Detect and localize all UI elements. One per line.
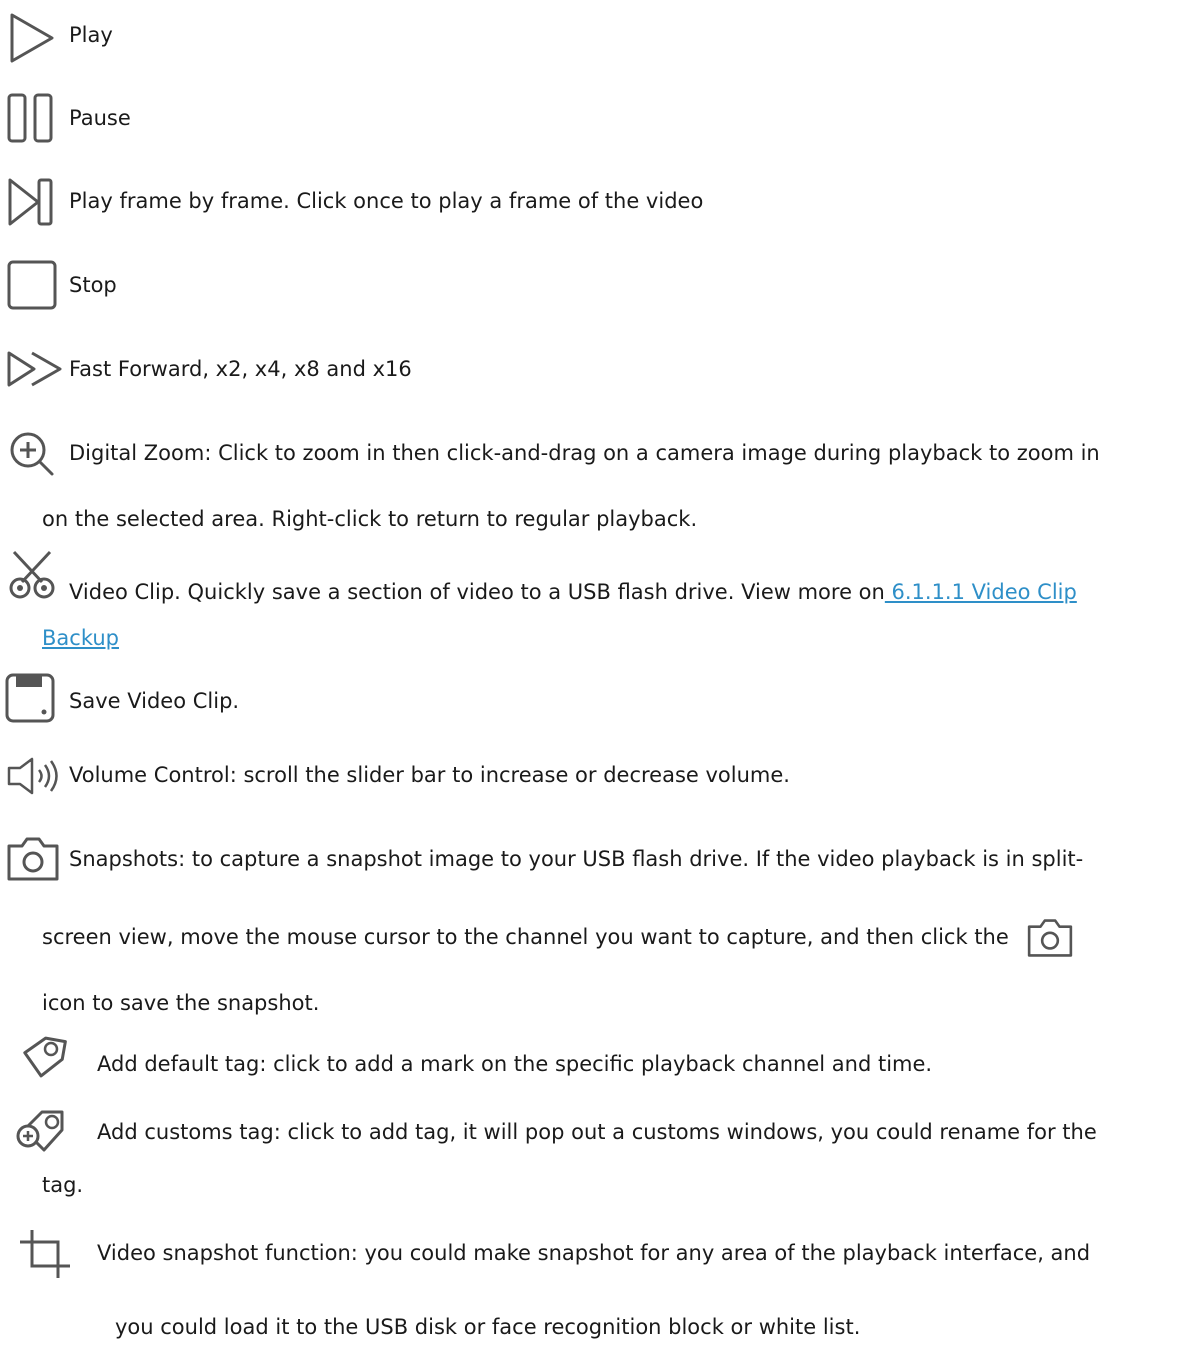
snapshot-label-line2: screen view, move the mouse cursor to th… (42, 918, 1077, 958)
frame-step-label: Play frame by frame. Click once to play … (69, 189, 704, 213)
camera-icon (6, 836, 60, 882)
snapshot-label-line1: Snapshots: to capture a snapshot image t… (69, 847, 1084, 871)
crop-label-line2: you could load it to the USB disk or fac… (115, 1315, 861, 1339)
zoom-label-line1: Digital Zoom: Click to zoom in then clic… (69, 441, 1100, 465)
save-label: Save Video Clip. (69, 689, 240, 713)
frame-step-icon (6, 176, 56, 228)
play-icon (8, 12, 56, 64)
video-clip-backup-link-cont[interactable]: Backup (42, 626, 119, 650)
default-tag-label: Add default tag: click to add a mark on … (97, 1052, 933, 1076)
video-clip-backup-link[interactable]: 6.1.1.1 Video Clip (885, 580, 1077, 604)
play-label: Play (69, 23, 113, 47)
tag-icon (18, 1034, 68, 1084)
custom-tag-label-line2: tag. (42, 1173, 84, 1197)
video-clip-label: Video Clip. Quickly save a section of vi… (69, 579, 1077, 605)
camera-icon (1023, 918, 1077, 958)
custom-tag-label-line1: Add customs tag: click to add tag, it wi… (97, 1120, 1097, 1144)
scissors-icon (6, 548, 58, 600)
fast-forward-icon (6, 350, 66, 388)
stop-icon (6, 259, 58, 311)
snapshot-label-line3: icon to save the snapshot. (42, 991, 320, 1015)
pause-label: Pause (69, 106, 131, 130)
volume-icon (6, 756, 66, 796)
zoom-in-icon (6, 429, 56, 479)
zoom-label-line2: on the selected area. Right-click to ret… (42, 507, 698, 531)
fast-forward-label: Fast Forward, x2, x4, x8 and x16 (69, 357, 412, 381)
crop-label-line1: Video snapshot function: you could make … (97, 1241, 1091, 1265)
volume-label: Volume Control: scroll the slider bar to… (69, 763, 790, 787)
pause-icon (6, 92, 56, 144)
stop-label: Stop (69, 273, 117, 297)
add-tag-icon (14, 1108, 70, 1156)
video-clip-link-line2: Backup (42, 625, 119, 651)
save-icon (4, 672, 56, 724)
crop-icon (18, 1228, 72, 1280)
video-clip-text: Video Clip. Quickly save a section of vi… (69, 580, 885, 604)
snapshot-text-line2: screen view, move the mouse cursor to th… (42, 925, 1009, 949)
